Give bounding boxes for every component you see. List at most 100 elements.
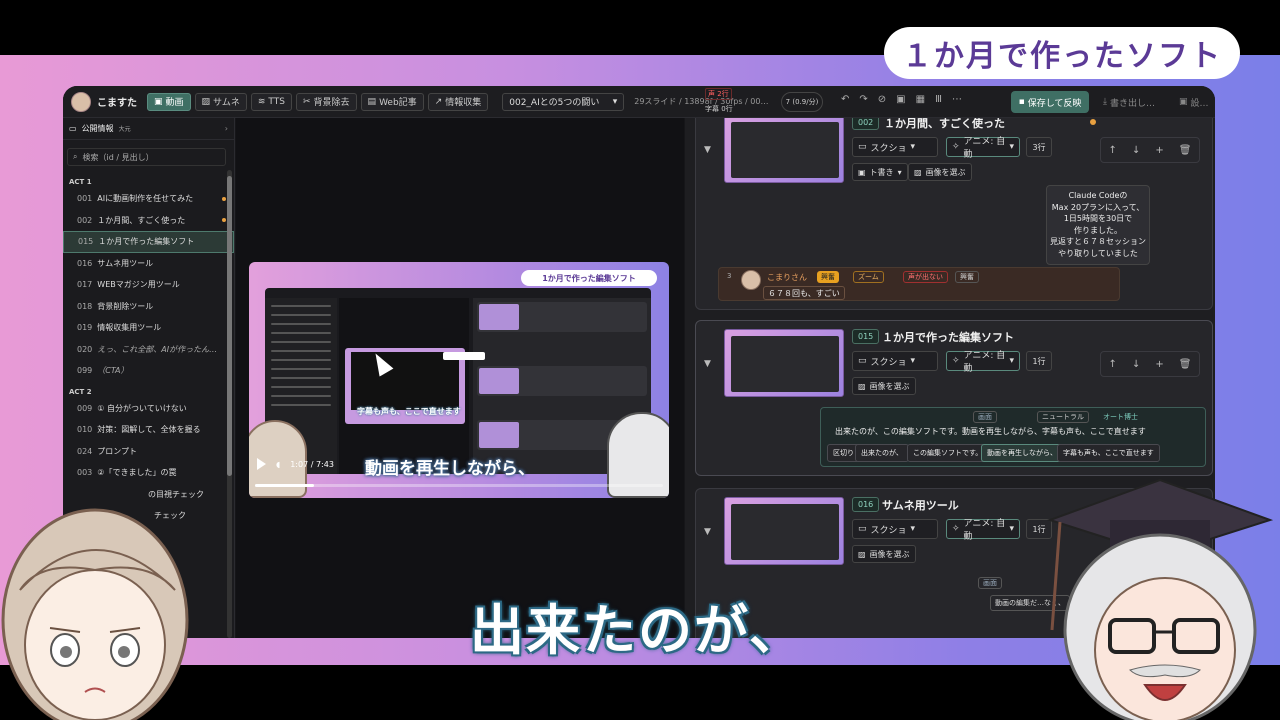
film-icon: ▣: [858, 167, 866, 177]
sidebar-item-002[interactable]: 002 １か月間、すごく使った: [63, 210, 234, 232]
library-icon[interactable]: Ⅲ: [935, 94, 942, 105]
sidebar-item-001[interactable]: 001 AIに動画制作を任せてみた: [63, 188, 234, 210]
subtitle-row[interactable]: 画面 ニュートラル オート博士 出来たのが、この編集ソフトです。動画を再生しなが…: [820, 407, 1206, 467]
zoom-chip[interactable]: ズーム: [853, 271, 884, 283]
sidebar-item-009[interactable]: 009 ① 自分がついていけない: [63, 398, 234, 420]
animation-select[interactable]: ✧ アニメ: 自動 ▾: [946, 351, 1020, 374]
subtitle-segment[interactable]: 出来たのが、: [855, 444, 909, 462]
tab-background-removal[interactable]: ✂ 背景除去: [295, 92, 357, 111]
animation-select[interactable]: ✧ アニメ: 自動 ▾: [946, 137, 1020, 160]
title-pill: １か月で作ったソフト: [884, 27, 1240, 79]
scene-type-select[interactable]: ▭ スクショ ▾: [852, 137, 938, 157]
scene-thumbnail[interactable]: [724, 329, 844, 397]
sidebar-item-015[interactable]: 015 １か月で作った編集ソフト: [63, 231, 234, 253]
choose-image-button[interactable]: ▨ 画像を選ぶ: [852, 545, 916, 563]
display-chip[interactable]: 画面: [978, 577, 1002, 589]
unsaved-dot: [1090, 119, 1096, 125]
play-icon[interactable]: [257, 458, 266, 470]
subtitle-segment[interactable]: この編集ソフトです。: [907, 444, 989, 462]
sidebar-item-019[interactable]: 019 情報収集用ツール: [63, 317, 234, 339]
tab-info-gathering[interactable]: ↗ 情報収集: [427, 92, 489, 111]
sidebar-item-020[interactable]: 020 えっ、これ全部、AIが作ったん…: [63, 339, 234, 361]
line-number: 3: [727, 272, 732, 280]
sidebar-item-099[interactable]: 099 （CTA）: [63, 360, 234, 382]
stage-direction-select[interactable]: ▣ ト書き ▾: [852, 163, 908, 181]
sidebar-item-017[interactable]: 017 WEBマガジン用ツール: [63, 274, 234, 296]
scrollbar-thumb[interactable]: [227, 176, 232, 476]
sidebar-item-016[interactable]: 016 サムネ用ツール: [63, 253, 234, 275]
arrow-up-icon[interactable]: ↑: [1109, 359, 1117, 370]
playback-progress-fill: [255, 484, 315, 487]
sidebar-item-018[interactable]: 018 背景削除ツール: [63, 296, 234, 318]
choose-image-button[interactable]: ▨ 画像を選ぶ: [852, 377, 916, 395]
sparkle-icon: ✧: [952, 142, 960, 152]
dialogue-text[interactable]: ６７８回も、すごい: [763, 286, 845, 300]
plus-icon[interactable]: +: [1155, 145, 1163, 156]
choose-image-button[interactable]: ▨ 画像を選ぶ: [908, 163, 972, 181]
preview-screenshot: 字幕も声も、ここで直せます: [265, 288, 651, 474]
tab-video[interactable]: ▣ 動画: [147, 92, 191, 111]
display-chip[interactable]: 画面: [973, 411, 997, 423]
chevron-down-icon: ▾: [910, 356, 916, 366]
collapse-icon[interactable]: ▼: [704, 359, 711, 369]
trash-icon[interactable]: 🗑: [1179, 145, 1192, 156]
animation-select[interactable]: ✧ アニメ: 自動 ▾: [946, 519, 1020, 542]
save-and-apply-button[interactable]: ▪ 保存して反映: [1011, 91, 1089, 113]
sidebar-scrollbar[interactable]: [227, 170, 232, 638]
undo-icon[interactable]: ↶: [841, 94, 849, 105]
main-subtitle: 出来たのが、: [470, 599, 805, 662]
chevron-down-icon: ▾: [1009, 356, 1014, 366]
collapse-icon[interactable]: ▼: [704, 527, 711, 537]
collapse-icon[interactable]: ▼: [704, 145, 711, 155]
unsaved-dot: [222, 218, 226, 223]
mute-chip[interactable]: 声が出ない: [903, 271, 948, 283]
hide-icon[interactable]: ⊘: [878, 94, 886, 105]
subtitle-full-text[interactable]: 出来たのが、この編集ソフトです。動画を再生しながら、字幕も声も、ここで直せます: [835, 426, 1146, 437]
export-button[interactable]: ⤓ 書き出し…: [1103, 93, 1155, 111]
arrow-up-icon[interactable]: ↑: [1109, 145, 1117, 156]
search-input[interactable]: ⌕ 検索（id / 見出し）: [67, 148, 226, 166]
redo-icon[interactable]: ↷: [859, 94, 867, 105]
scene-type-select[interactable]: ▭ スクショ ▾: [852, 519, 938, 539]
scene-id: 002: [852, 118, 880, 130]
scene-thumbnail[interactable]: [724, 497, 844, 565]
act-heading: ACT 2: [69, 387, 92, 396]
speaker-chip[interactable]: オート博士: [1099, 411, 1142, 423]
chevron-down-icon: ▾: [612, 96, 618, 107]
sidebar-item-010[interactable]: 010 対策：図解して、全体を握る: [63, 419, 234, 441]
project-select[interactable]: 002_AIとの5つの闘い ▾: [502, 92, 625, 111]
tone-chip[interactable]: ニュートラル: [1037, 411, 1089, 423]
document-icon: ▤: [367, 96, 377, 107]
tab-tts[interactable]: ≋ TTS: [250, 92, 292, 111]
dialogue-line-row[interactable]: 3 こまりさん 興奮 ズーム 声が出ない 興奮 ６７８回も、すごい: [718, 267, 1120, 301]
sidebar-item-024[interactable]: 024 プロンプト: [63, 441, 234, 463]
speaker-name: こまりさん: [767, 273, 807, 282]
image-icon: ▨: [858, 549, 866, 559]
trash-icon[interactable]: 🗑: [1179, 359, 1192, 370]
audio-icon: ≋: [257, 96, 266, 107]
chevron-right-icon[interactable]: ›: [225, 124, 228, 133]
scene-type-select[interactable]: ▭ スクショ ▾: [852, 351, 938, 371]
layout-icon[interactable]: ▦: [916, 94, 925, 105]
volume-icon[interactable]: ◖: [276, 460, 280, 469]
more-icon[interactable]: ⋯: [952, 94, 962, 105]
arrow-down-icon[interactable]: ↓: [1132, 145, 1140, 156]
scene-title: １か月で作った編集ソフト: [882, 330, 1014, 344]
app-logo-avatar: [71, 91, 91, 112]
sidebar-header: ▭ 公開情報 大元 ›: [63, 118, 234, 140]
tab-thumbnail[interactable]: ▨ サムネ: [194, 92, 247, 111]
arrow-down-icon[interactable]: ↓: [1132, 359, 1140, 370]
emotion-chip-2[interactable]: 興奮: [955, 271, 979, 283]
plus-icon[interactable]: +: [1155, 359, 1163, 370]
preview-title-pill: 1か月で作った編集ソフト: [521, 270, 657, 286]
monitor-icon: ▭: [858, 356, 867, 366]
video-preview[interactable]: 1か月で作った編集ソフト 字幕も声も、ここで直せます 動画を再生しながら、 ◖ …: [249, 262, 669, 498]
emotion-chip[interactable]: 興奮: [817, 271, 839, 283]
scene-card-015: ▼ 015 １か月で作った編集ソフト ▭ スクショ ▾ ✧ アニメ: 自動 ▾ 1行 ▨…: [695, 320, 1213, 476]
panel-icon[interactable]: ▣: [896, 94, 905, 105]
scene-thumbnail[interactable]: [724, 118, 844, 183]
settings-button[interactable]: ▣ 設…: [1179, 93, 1209, 111]
tab-web-article[interactable]: ▤ Web記事: [360, 92, 424, 111]
preview-area: 1か月で作った編集ソフト 字幕も声も、ここで直せます 動画を再生しながら、 ◖ …: [236, 118, 684, 638]
playback-progress[interactable]: [255, 484, 663, 487]
